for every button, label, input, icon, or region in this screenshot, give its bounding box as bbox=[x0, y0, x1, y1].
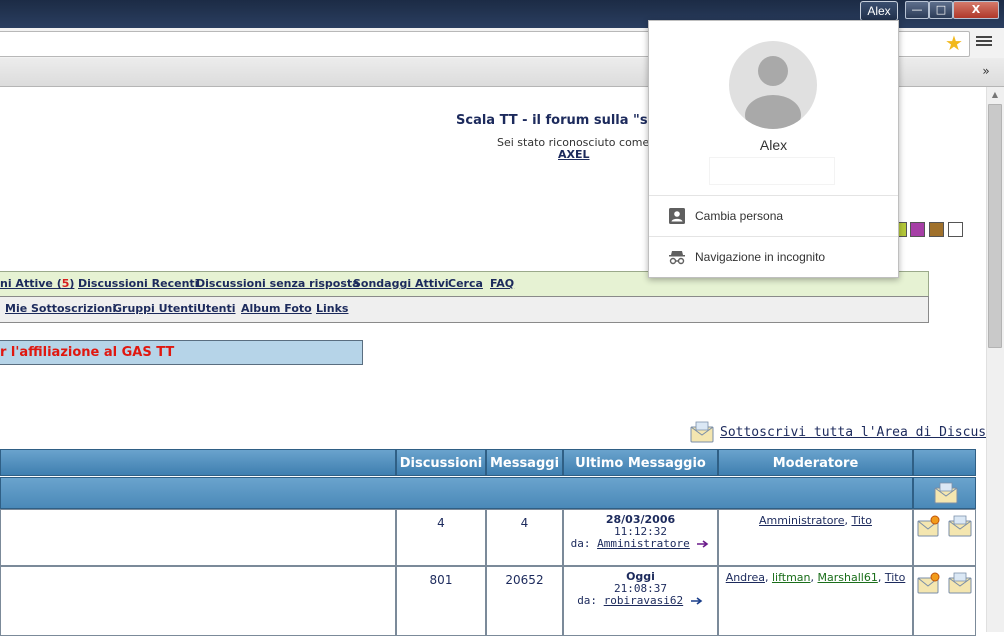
avatar bbox=[729, 41, 817, 129]
switch-person-label: Cambia persona bbox=[695, 209, 784, 223]
moderator-link[interactable]: Marshall61 bbox=[818, 571, 878, 584]
profile-menu: Alex Cambia persona Navigazione in incog… bbox=[648, 20, 899, 278]
switch-person-icon bbox=[669, 208, 685, 224]
person-icon bbox=[745, 56, 801, 129]
messages-count: 4 bbox=[486, 509, 563, 566]
header-messages: Messaggi bbox=[486, 449, 563, 476]
scrollbar-thumb[interactable] bbox=[988, 104, 1002, 348]
incognito-item[interactable]: Navigazione in incognito bbox=[649, 237, 898, 277]
affiliation-text: r l'affiliazione al GAS TT bbox=[0, 345, 175, 360]
go-to-post-arrow-icon[interactable] bbox=[696, 539, 710, 549]
restore-button[interactable]: □ bbox=[929, 1, 953, 19]
last-message-author-link[interactable]: robiravasi62 bbox=[604, 594, 683, 607]
header-last-message: Ultimo Messaggio bbox=[563, 449, 718, 476]
last-message-by-label: da: bbox=[570, 537, 591, 550]
row-actions bbox=[913, 509, 976, 566]
forum-cell[interactable] bbox=[0, 566, 396, 636]
nav-my-subscriptions[interactable]: Mie Sottoscrizioni bbox=[5, 297, 116, 321]
discussions-count: 4 bbox=[396, 509, 486, 566]
moderator-link[interactable]: liftman bbox=[772, 571, 811, 584]
row-actions bbox=[913, 566, 976, 636]
profile-chip-button[interactable]: Alex bbox=[860, 1, 898, 21]
subscribe-forum-envelope-icon[interactable] bbox=[948, 572, 972, 594]
nav-bar-secondary: Mie Sottoscrizioni Gruppi Utenti Utenti … bbox=[0, 296, 929, 323]
go-to-post-arrow-icon[interactable] bbox=[690, 596, 704, 606]
user-link[interactable]: AXEL bbox=[558, 148, 590, 161]
moderator-link[interactable]: Tito bbox=[885, 571, 905, 584]
bookmarks-overflow-button[interactable]: » bbox=[977, 63, 995, 79]
subscribe-all-link[interactable]: Sottoscrivi tutta l'Area di Discussione. bbox=[720, 425, 1004, 440]
nav-unanswered[interactable]: Discussioni senza risposta bbox=[196, 272, 360, 296]
last-message-cell: Oggi 21:08:37 da: robiravasi62 bbox=[563, 566, 718, 636]
nav-search[interactable]: Cerca bbox=[448, 272, 483, 296]
new-topic-icon[interactable] bbox=[917, 572, 941, 594]
moderator-link[interactable]: Tito bbox=[851, 514, 871, 527]
category-actions bbox=[913, 477, 976, 509]
subscribe-forum-envelope-icon[interactable] bbox=[948, 515, 972, 537]
subscribe-envelope-icon[interactable] bbox=[690, 421, 714, 443]
category-row bbox=[0, 477, 913, 509]
header-discussions: Discussioni bbox=[396, 449, 486, 476]
forum-table: Discussioni Messaggi Ultimo Messaggio Mo… bbox=[0, 449, 976, 636]
header-actions bbox=[913, 449, 976, 476]
last-message-cell: 28/03/2006 11:12:32 da: Amministratore bbox=[563, 509, 718, 566]
close-button[interactable]: X bbox=[953, 1, 999, 19]
menu-icon[interactable] bbox=[976, 34, 992, 50]
last-message-author-link[interactable]: Amministratore bbox=[597, 537, 690, 550]
star-icon[interactable]: ★ bbox=[943, 33, 965, 53]
last-message-by-label: da: bbox=[577, 594, 598, 607]
nav-photo-album[interactable]: Album Foto bbox=[241, 297, 312, 321]
minimize-button[interactable]: — bbox=[905, 1, 929, 19]
nav-faq[interactable]: FAQ bbox=[490, 272, 514, 296]
nav-users[interactable]: Utenti bbox=[197, 297, 236, 321]
moderator-link[interactable]: Andrea bbox=[726, 571, 765, 584]
header-forum bbox=[0, 449, 396, 476]
incognito-icon bbox=[669, 251, 685, 265]
profile-email bbox=[709, 157, 835, 185]
nav-user-groups[interactable]: Gruppi Utenti bbox=[113, 297, 197, 321]
switch-person-item[interactable]: Cambia persona bbox=[649, 196, 898, 236]
incognito-label: Navigazione in incognito bbox=[695, 250, 826, 264]
nav-links[interactable]: Links bbox=[316, 297, 348, 321]
subscribe-category-envelope-icon[interactable] bbox=[934, 482, 958, 504]
new-topic-icon[interactable] bbox=[917, 515, 941, 537]
page-title: Scala TT - il forum sulla "sc bbox=[456, 113, 656, 128]
profile-name: Alex bbox=[759, 137, 788, 153]
nav-active-polls[interactable]: Sondaggi Attivi bbox=[353, 272, 449, 296]
header-moderator: Moderatore bbox=[718, 449, 913, 476]
moderators-cell: Amministratore, Tito bbox=[718, 509, 913, 566]
theme-swatch-white[interactable] bbox=[948, 222, 963, 237]
messages-count: 20652 bbox=[486, 566, 563, 636]
discussions-count: 801 bbox=[396, 566, 486, 636]
affiliation-banner[interactable]: r l'affiliazione al GAS TT bbox=[0, 340, 363, 365]
theme-swatch-brown[interactable] bbox=[929, 222, 944, 237]
moderators-cell: Andrea, liftman, Marshall61, Tito bbox=[718, 566, 913, 636]
moderator-link[interactable]: Amministratore bbox=[759, 514, 844, 527]
theme-swatch-purple[interactable] bbox=[910, 222, 925, 237]
nav-active-discussions[interactable]: ni Attive (5) bbox=[0, 272, 74, 296]
nav-recent-discussions[interactable]: Discussioni Recenti bbox=[78, 272, 198, 296]
scroll-up-arrow-icon[interactable]: ▲ bbox=[986, 87, 1004, 103]
forum-cell[interactable] bbox=[0, 509, 396, 566]
